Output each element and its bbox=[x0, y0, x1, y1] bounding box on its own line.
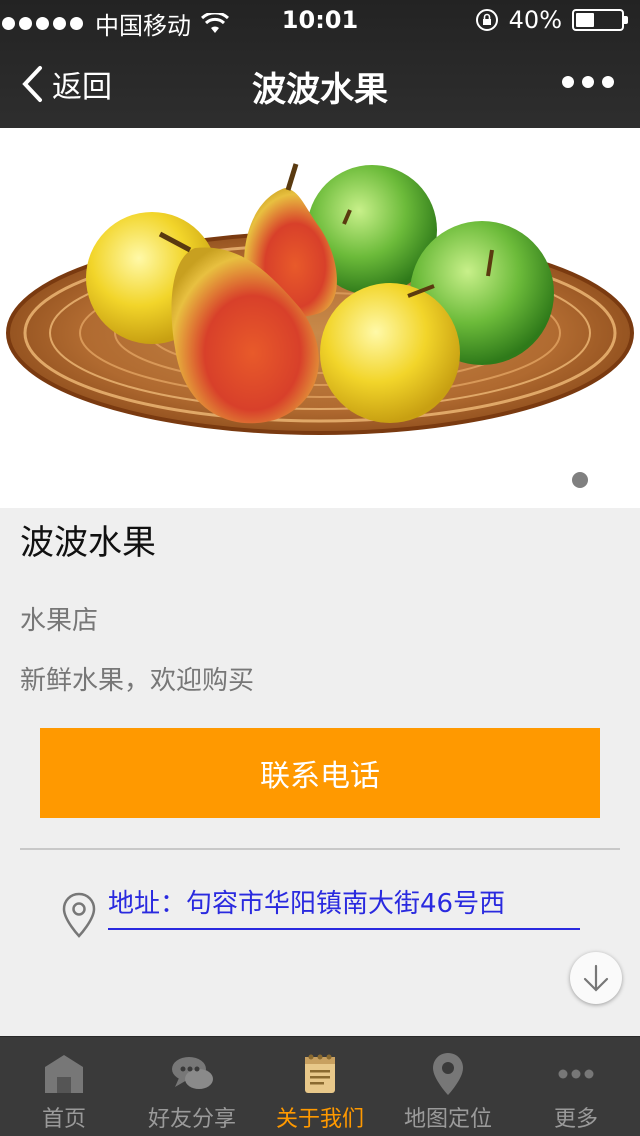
nav-bar: 返回 波波水果 bbox=[0, 40, 640, 128]
tab-label: 地图定位 bbox=[403, 1107, 492, 1132]
carousel-dot[interactable] bbox=[604, 472, 620, 488]
tab-bar: 首页 好友分享 关于我们 地图定位 更多 bbox=[0, 1036, 640, 1136]
store-description: 新鲜水果，欢迎购买 bbox=[20, 666, 255, 696]
tab-home[interactable]: 首页 bbox=[0, 1037, 128, 1136]
dot bbox=[562, 76, 574, 88]
top-bar: 中国移动 10:01 40% 返回 波波水果 bbox=[0, 0, 640, 128]
store-name: 波波水果 bbox=[20, 523, 156, 563]
call-phone-button[interactable]: 联系电话 bbox=[40, 728, 600, 818]
tab-about-us[interactable]: 关于我们 bbox=[256, 1037, 384, 1136]
home-icon bbox=[45, 1055, 83, 1093]
divider bbox=[20, 848, 620, 850]
more-options-button[interactable] bbox=[562, 76, 614, 88]
dot bbox=[582, 76, 594, 88]
banner-carousel[interactable] bbox=[0, 128, 640, 508]
tab-share[interactable]: 好友分享 bbox=[128, 1037, 256, 1136]
location-pin-icon bbox=[62, 892, 96, 938]
tab-map[interactable]: 地图定位 bbox=[384, 1037, 512, 1136]
nav-title: 波波水果 bbox=[252, 70, 388, 110]
arrow-down-icon bbox=[583, 964, 609, 992]
fruit-basket-image bbox=[6, 163, 634, 435]
scroll-down-button[interactable] bbox=[570, 952, 622, 1004]
tab-more[interactable]: 更多 bbox=[512, 1037, 640, 1136]
more-dots-icon bbox=[558, 1069, 594, 1079]
dot bbox=[602, 76, 614, 88]
chat-bubbles-icon bbox=[172, 1057, 213, 1089]
store-category: 水果店 bbox=[20, 606, 99, 636]
status-bar: 中国移动 10:01 40% bbox=[0, 0, 640, 40]
carousel-indicator bbox=[572, 472, 620, 488]
notepad-icon bbox=[305, 1054, 335, 1093]
address-link[interactable]: 地址：句容市华阳镇南大街46号西 bbox=[108, 884, 580, 930]
tab-label: 首页 bbox=[41, 1107, 86, 1132]
tab-label: 关于我们 bbox=[275, 1107, 364, 1132]
carousel-dot[interactable] bbox=[572, 472, 588, 488]
map-pin-icon bbox=[433, 1053, 463, 1095]
tab-label: 更多 bbox=[553, 1107, 598, 1132]
battery-icon bbox=[572, 9, 628, 31]
rotation-lock-icon bbox=[475, 9, 498, 31]
tab-label: 好友分享 bbox=[147, 1107, 236, 1132]
battery-level-fill bbox=[576, 13, 594, 27]
battery-percent: 40% bbox=[508, 6, 562, 34]
